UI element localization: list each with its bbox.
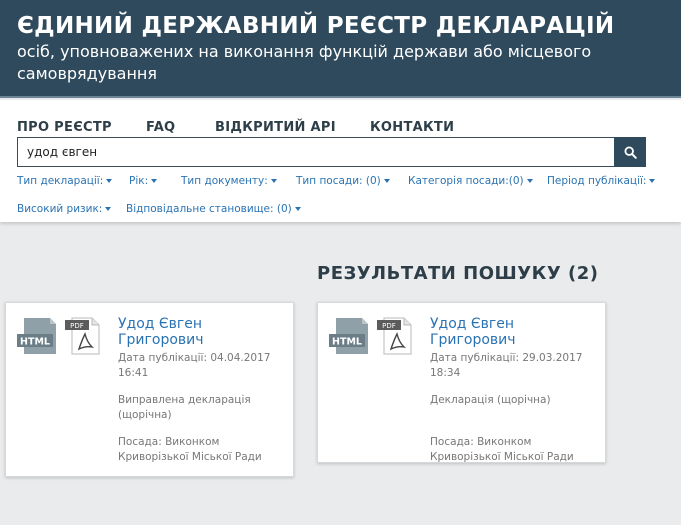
svg-text:PDF: PDF [70,322,84,330]
nav-about[interactable]: ПРО РЕЄСТР [17,120,112,135]
svg-text:HTML: HTML [332,337,362,348]
nav-open-api[interactable]: ВІДКРИТИЙ API [215,120,336,135]
pdf-icon[interactable]: PDF [376,317,414,355]
declaration-type: Декларація (щорічна) [430,394,551,406]
nav-faq[interactable]: FAQ [146,120,175,135]
result-card: HTML PDF Удод Євген Григорович Дата публ… [317,302,606,463]
filter-high-risk[interactable]: Високий ризик: [17,203,112,215]
filter-year[interactable]: Рік: [129,175,158,187]
filter-label: Тип декларації: [17,175,104,187]
site-header: ЄДИНИЙ ДЕРЖАВНИЙ РЕЄСТР ДЕКЛАРАЦІЙ осіб,… [0,0,681,98]
filter-document-type[interactable]: Тип документу: [181,175,277,187]
html-icon[interactable]: HTML [16,317,58,355]
filter-label: Відповідальне становище: (0) [126,203,292,215]
filter-label: Категорія посади:(0) [408,175,524,187]
declarant-name-link[interactable]: Удод Євген Григорович [118,316,278,348]
filter-declaration-type[interactable]: Тип декларації: [17,175,113,187]
caret-down-icon [526,179,533,183]
publication-date: Дата публікації: 29.03.2017 18:34 [430,352,583,379]
filter-label: Тип посади: (0) [296,175,381,187]
search-button[interactable] [614,137,646,167]
pdf-icon[interactable]: PDF [64,317,102,355]
filter-position-type[interactable]: Тип посади: (0) [296,175,390,187]
results-title: РЕЗУЛЬТАТИ ПОШУКУ (2) [317,263,599,284]
caret-down-icon [151,179,158,183]
svg-text:HTML: HTML [20,337,50,348]
caret-down-icon [270,179,277,183]
publication-date: Дата публікації: 04.04.2017 16:41 [118,352,271,379]
declaration-type: Виправлена декларація (щорічна) [118,394,251,421]
position: Посада: Виконком Криворізької Міської Ра… [430,436,574,463]
declarant-name-link[interactable]: Удод Євген Григорович [430,316,590,348]
filter-responsible-position[interactable]: Відповідальне становище: (0) [126,203,301,215]
svg-text:PDF: PDF [382,322,396,330]
nav-contacts[interactable]: КОНТАКТИ [370,120,454,135]
caret-down-icon [105,207,112,211]
site-title: ЄДИНИЙ ДЕРЖАВНИЙ РЕЄСТР ДЕКЛАРАЦІЙ [17,13,615,39]
position: Посада: Виконком Криворізької Міської Ра… [118,436,262,463]
caret-down-icon [294,207,301,211]
filter-label: Період публікації: [547,175,647,187]
caret-down-icon [649,179,656,183]
html-icon[interactable]: HTML [328,317,370,355]
filter-label: Тип документу: [181,175,268,187]
search-icon [624,146,637,159]
filter-publication-period[interactable]: Період публікації: [547,175,656,187]
filter-label: Високий ризик: [17,203,103,215]
filter-label: Рік: [129,175,149,187]
caret-down-icon [106,179,113,183]
caret-down-icon [383,179,390,183]
filter-position-category[interactable]: Категорія посади:(0) [408,175,533,187]
search-panel: ПРО РЕЄСТР FAQ ВІДКРИТИЙ API КОНТАКТИ Ти… [0,100,681,222]
result-card: HTML PDF Удод Євген Григорович Дата публ… [5,302,294,477]
search-input[interactable] [18,138,614,166]
site-subtitle: осіб, уповноважених на виконання функцій… [17,42,592,83]
search-field [17,137,615,167]
